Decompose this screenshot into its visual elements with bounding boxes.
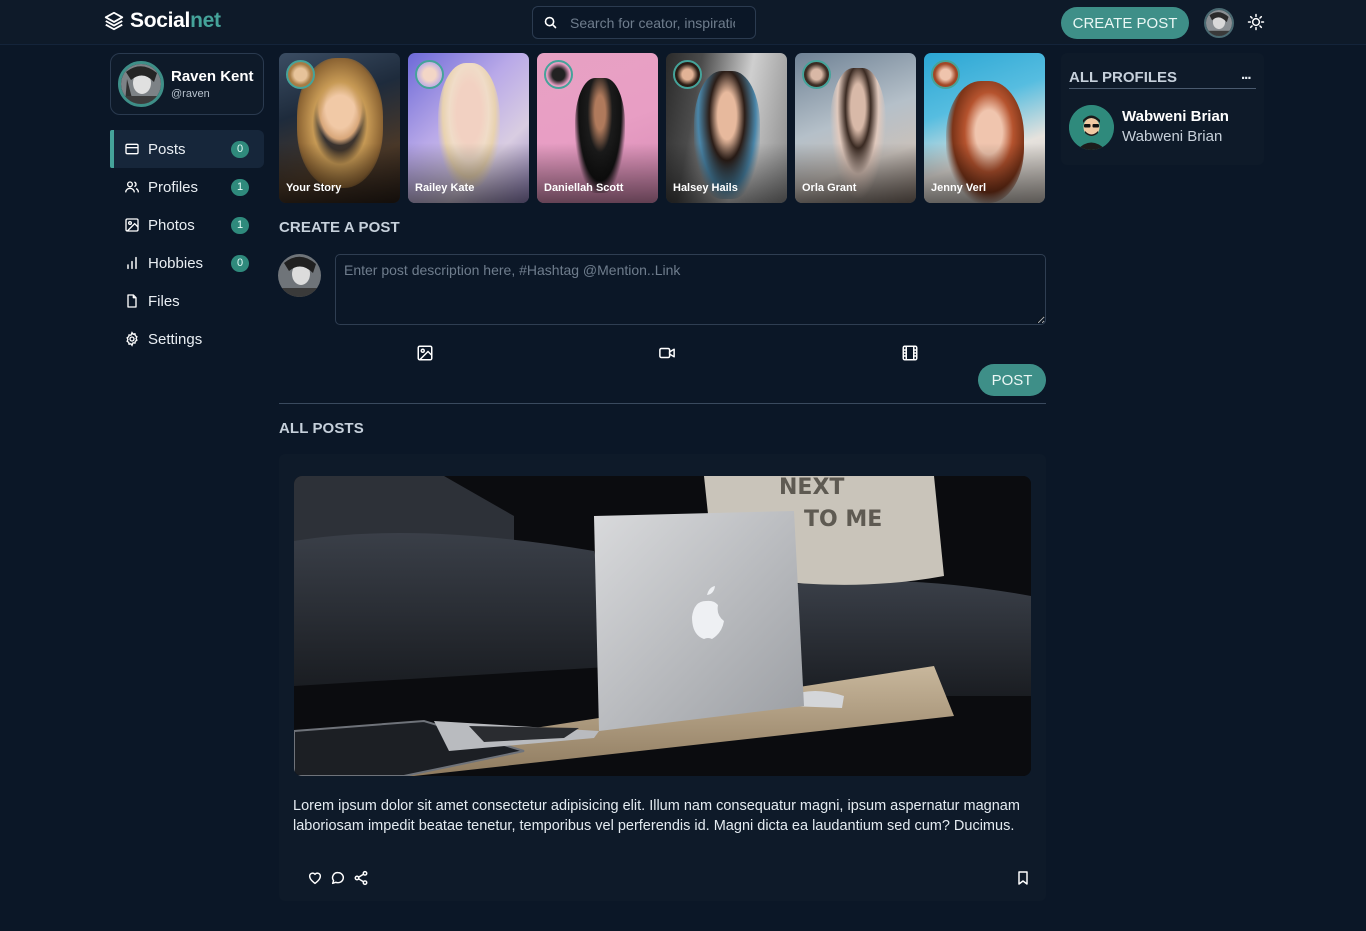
post-description-input[interactable] (335, 254, 1046, 325)
story-name: Daniellah Scott (544, 182, 624, 194)
story-card[interactable]: Railey Kate (408, 53, 529, 203)
profile-item-name[interactable]: Wabweni Brian (1122, 108, 1229, 125)
story-avatar (286, 60, 315, 89)
sidebar-item-photos[interactable]: Photos 1 (110, 206, 264, 244)
sun-icon[interactable] (1247, 13, 1265, 31)
profile-card[interactable]: Raven Kent @raven (110, 53, 264, 115)
count-badge: 1 (231, 179, 249, 196)
story-avatar (673, 60, 702, 89)
search-box (532, 6, 756, 39)
comment-icon[interactable] (330, 870, 346, 886)
all-profiles-panel: ALL PROFILES ... Wabweni Brian Wabweni B… (1061, 53, 1264, 165)
search-icon (544, 16, 557, 29)
sidebar-item-hobbies[interactable]: Hobbies 0 (110, 244, 264, 282)
top-navbar: Socialnet CREATE POST (0, 0, 1366, 45)
story-card[interactable]: Orla Grant (795, 53, 916, 203)
brand-name-primary: Social (130, 9, 191, 32)
layers-icon (104, 11, 124, 31)
sidebar-item-settings[interactable]: Settings (110, 320, 264, 358)
posts-icon (125, 143, 139, 155)
image-upload-icon[interactable] (416, 344, 434, 362)
bar-chart-icon (127, 256, 137, 270)
image-icon (125, 218, 139, 232)
panel-divider (1069, 88, 1256, 89)
story-name: Halsey Hails (673, 182, 738, 194)
story-card[interactable]: Jenny Verl (924, 53, 1045, 203)
gear-icon (126, 331, 138, 347)
post-card: NEXT TO ME Lorem ipsum dolor sit amet co… (279, 454, 1046, 901)
create-post-button[interactable]: CREATE POST (1061, 7, 1189, 39)
profile-avatar-wabweni[interactable] (1069, 105, 1114, 150)
stories-row: Your Story Railey Kate Daniellah Scott H… (279, 53, 1046, 203)
sidebar-item-label: Photos (148, 216, 195, 234)
profile-name: Raven Kent (171, 68, 254, 85)
story-avatar (802, 60, 831, 89)
sidebar-item-label: Profiles (148, 178, 199, 196)
post-actions (307, 870, 369, 886)
film-icon[interactable] (901, 344, 919, 362)
story-card[interactable]: Halsey Hails (666, 53, 787, 203)
pillow-text-2: TO ME (804, 507, 882, 532)
bookmark-icon (1018, 871, 1028, 885)
profile-handle: @raven (171, 88, 210, 100)
sidebar-item-label: Posts (148, 140, 186, 158)
section-divider (279, 403, 1046, 404)
user-avatar[interactable] (1204, 8, 1234, 38)
post-text: Lorem ipsum dolor sit amet consectetur a… (293, 798, 1020, 834)
users-icon (125, 181, 139, 193)
sidebar-nav: Posts 0 Profiles 1 Photos 1 Hobbies 0 Fi… (110, 130, 264, 358)
all-profiles-title: ALL PROFILES (1069, 69, 1178, 86)
story-name: Railey Kate (415, 182, 475, 194)
story-name: Orla Grant (802, 182, 857, 194)
sidebar-item-label: Files (148, 292, 180, 310)
share-icon[interactable] (353, 870, 369, 886)
sidebar-item-profiles[interactable]: Profiles 1 (110, 168, 264, 206)
heart-icon[interactable] (307, 870, 323, 886)
story-avatar (544, 60, 573, 89)
all-posts-title: ALL POSTS (279, 420, 364, 437)
brand-logo[interactable]: Socialnet (103, 9, 221, 33)
profile-item-subtitle: Wabweni Brian (1122, 128, 1223, 145)
story-card[interactable]: Your Story (279, 53, 400, 203)
sidebar-item-files[interactable]: Files (110, 282, 264, 320)
composer-avatar (278, 254, 321, 297)
profile-avatar (118, 61, 164, 107)
create-post-title: CREATE A POST (279, 219, 400, 236)
brand-name: Socialnet (130, 9, 221, 33)
file-icon (127, 294, 137, 308)
more-options-button[interactable]: ... (1241, 66, 1251, 83)
story-avatar (415, 60, 444, 89)
search-input[interactable] (570, 14, 735, 31)
count-badge: 1 (231, 217, 249, 234)
post-image[interactable]: NEXT TO ME (294, 476, 1031, 776)
sidebar-item-label: Settings (148, 330, 203, 348)
pillow-text-1: NEXT (779, 476, 844, 500)
count-badge: 0 (231, 255, 249, 272)
count-badge: 0 (231, 141, 249, 158)
story-name: Jenny Verl (931, 182, 987, 194)
sidebar-item-posts[interactable]: Posts 0 (110, 130, 264, 168)
brand-name-accent: net (190, 9, 221, 32)
story-name: Your Story (286, 182, 342, 194)
bookmark-button[interactable] (1015, 870, 1031, 889)
post-submit-button[interactable]: POST (978, 364, 1046, 396)
story-avatar (931, 60, 960, 89)
sidebar-item-label: Hobbies (148, 254, 204, 272)
video-camera-icon[interactable] (658, 344, 676, 362)
story-card[interactable]: Daniellah Scott (537, 53, 658, 203)
